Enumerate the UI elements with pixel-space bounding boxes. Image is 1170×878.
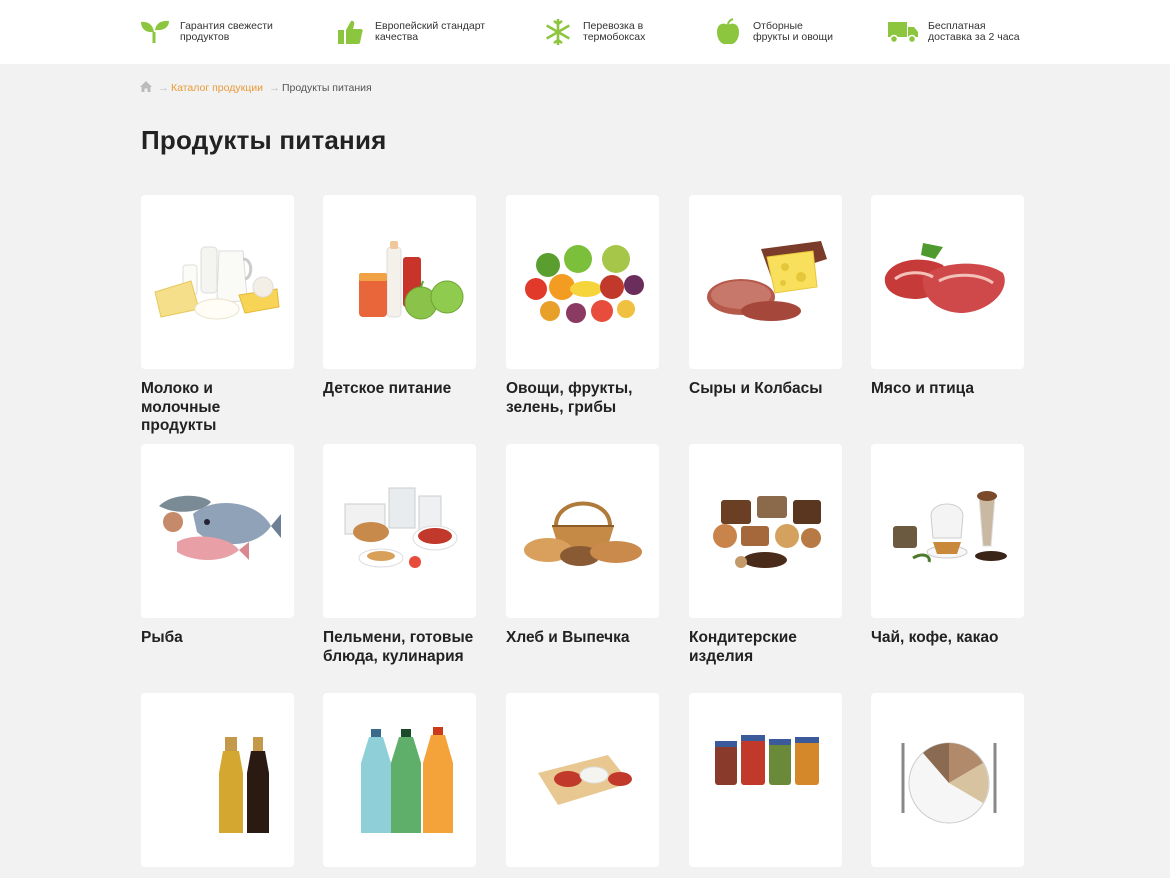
- category-title[interactable]: Сыры и Колбасы: [689, 380, 842, 399]
- category-title[interactable]: Кондитерские изделия: [689, 629, 842, 666]
- category-card-tea-coffee[interactable]: Чай, кофе, какао: [871, 444, 1024, 648]
- oil-vinegar-image[interactable]: [141, 693, 294, 867]
- category-title[interactable]: Пельмени, готовые блюда, кулинария: [323, 629, 476, 666]
- confectionery-image[interactable]: [689, 444, 842, 618]
- category-card-confectionery[interactable]: Кондитерские изделия: [689, 444, 842, 666]
- dairy-products-image[interactable]: [141, 195, 294, 369]
- meat-poultry-image[interactable]: [871, 195, 1024, 369]
- cheese-sausage-image[interactable]: [689, 195, 842, 369]
- baby-food-image[interactable]: [323, 195, 476, 369]
- bread-basket-image[interactable]: [506, 444, 659, 618]
- category-card-baby-food[interactable]: Детское питание: [323, 195, 476, 399]
- category-title[interactable]: Чай, кофе, какао: [871, 629, 1024, 648]
- category-card-fish[interactable]: Рыба: [141, 444, 294, 648]
- category-grid: Молоко и молочные продукты Детское питан…: [0, 0, 1170, 867]
- category-card-bread[interactable]: Хлеб и Выпечка: [506, 444, 659, 648]
- category-card-meat[interactable]: Мясо и птица: [871, 195, 1024, 399]
- category-title[interactable]: Молоко и молочные продукты: [141, 380, 294, 436]
- ready-meals-image[interactable]: [323, 444, 476, 618]
- category-card-vegetables[interactable]: Овощи, фрукты, зелень, грибы: [506, 195, 659, 417]
- category-title[interactable]: Рыба: [141, 629, 294, 648]
- fish-image[interactable]: [141, 444, 294, 618]
- category-title[interactable]: Овощи, фрукты, зелень, грибы: [506, 380, 659, 417]
- category-title[interactable]: Хлеб и Выпечка: [506, 629, 659, 648]
- vegetables-fruits-image[interactable]: [506, 195, 659, 369]
- category-card-ready-meals[interactable]: Пельмени, готовые блюда, кулинария: [323, 444, 476, 666]
- preserves-jars-image[interactable]: [689, 693, 842, 867]
- drinks-bottles-image[interactable]: [323, 693, 476, 867]
- category-card-dairy[interactable]: Молоко и молочные продукты: [141, 195, 294, 436]
- category-card-cheese-sausage[interactable]: Сыры и Колбасы: [689, 195, 842, 399]
- category-title[interactable]: Детское питание: [323, 380, 476, 399]
- plate-cutlery-image[interactable]: [871, 693, 1024, 867]
- sauces-image[interactable]: [506, 693, 659, 867]
- category-title[interactable]: Мясо и птица: [871, 380, 1024, 399]
- tea-coffee-image[interactable]: [871, 444, 1024, 618]
